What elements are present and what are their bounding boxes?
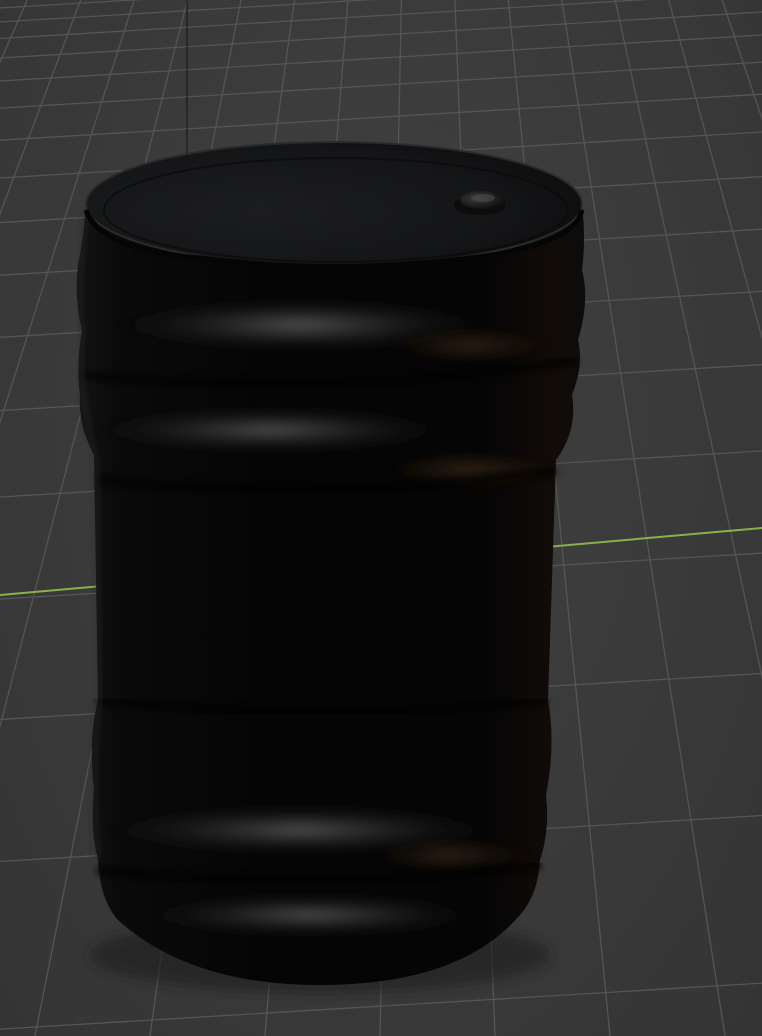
grid-line — [614, 0, 762, 680]
grid-line — [0, 34, 762, 82]
grid-line — [650, 0, 762, 1036]
grid-line — [721, 0, 762, 121]
grid-line — [753, 0, 762, 1036]
grid-line — [0, 0, 144, 9]
grid-line — [0, 0, 29, 1036]
barrel-object[interactable] — [70, 141, 586, 993]
viewport-canvas[interactable] — [0, 0, 762, 1036]
3d-viewport[interactable] — [0, 0, 762, 1036]
grid-line — [668, 0, 762, 341]
grid-line — [0, 11, 762, 59]
grid-line — [0, 0, 98, 1036]
grid-line — [684, 0, 762, 1036]
grid-line — [719, 0, 762, 1036]
